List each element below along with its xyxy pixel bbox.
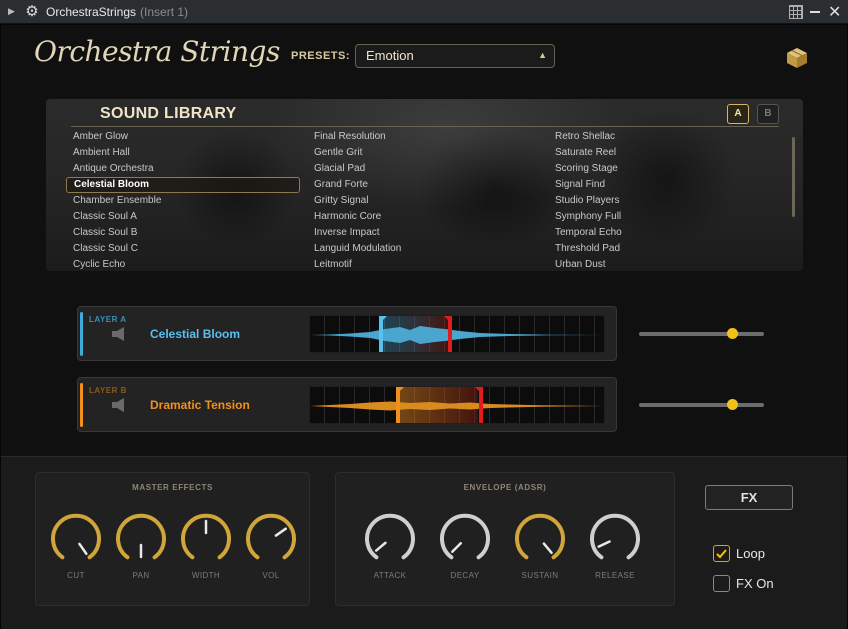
library-column-3: Retro Shellac Saturate Reel Scoring Stage S… [548, 129, 782, 271]
library-item[interactable]: Gentle Grit [307, 145, 541, 161]
fx-button[interactable]: FX [705, 485, 793, 510]
library-tab-a[interactable]: A [727, 104, 749, 124]
library-item[interactable]: Threshold Pad [548, 241, 782, 257]
fx-on-checkbox[interactable] [713, 575, 730, 592]
insert-label: (Insert 1) [140, 4, 189, 19]
master-effects-title: MASTER EFFECTS [132, 483, 213, 492]
library-item[interactable]: Languid Modulation [307, 241, 541, 257]
library-item[interactable]: Leitmotif [307, 257, 541, 271]
master-effects-panel: MASTER EFFECTS CUT PAN WIDTH VOL [35, 472, 310, 606]
library-item[interactable]: Studio Players [548, 193, 782, 209]
layer-b-name: Dramatic Tension [150, 398, 250, 412]
presets-label: PRESETS: [291, 50, 351, 62]
library-item[interactable]: Classic Soul B [66, 225, 300, 241]
library-item[interactable]: Saturate Reel [548, 145, 782, 161]
library-item[interactable]: Glacial Pad [307, 161, 541, 177]
knob-label: VOL [262, 571, 280, 580]
library-tab-b[interactable]: B [757, 104, 779, 124]
grid-icon[interactable] [789, 5, 803, 19]
loop-label: Loop [736, 546, 765, 561]
library-item[interactable]: Inverse Impact [307, 225, 541, 241]
minimize-icon[interactable] [810, 11, 820, 13]
collapse-arrow-icon[interactable]: ▶ [8, 6, 20, 17]
knob-label: WIDTH [191, 571, 221, 580]
envelope-title: ENVELOPE (ADSR) [463, 483, 547, 492]
title-bar: ▶ ⚙ OrchestraStrings (Insert 1) ✕ [0, 0, 848, 24]
library-item[interactable]: Classic Soul C [66, 241, 300, 257]
controls-section: MASTER EFFECTS CUT PAN WIDTH VOL ENVELOPE (… [1, 456, 847, 629]
speaker-icon[interactable] [112, 327, 128, 341]
library-item[interactable]: Urban Dust [548, 257, 782, 271]
layer-b-tag: LAYER B [89, 386, 127, 395]
library-scrollbar[interactable] [792, 137, 795, 217]
layer-b-volume-slider[interactable] [639, 399, 764, 410]
brand-logo: Orchestra Strings [34, 35, 280, 68]
knob-label: SUSTAIN [521, 571, 559, 580]
dropdown-caret-icon: ▲ [538, 50, 547, 60]
library-item[interactable]: Grand Forte [307, 177, 541, 193]
library-title: SOUND LIBRARY [100, 105, 237, 122]
library-item[interactable]: Classic Soul A [66, 209, 300, 225]
layer-b-accent [80, 383, 83, 427]
library-item[interactable]: Antique Orchestra [66, 161, 300, 177]
library-item[interactable]: Cyclic Echo [66, 257, 300, 271]
package-icon[interactable] [786, 47, 808, 69]
layer-a-volume-knob[interactable] [726, 328, 738, 339]
library-item[interactable]: Chamber Ensemble [66, 193, 300, 209]
knob-label: RELEASE [595, 571, 635, 580]
layer-a-name: Celestial Bloom [150, 327, 241, 341]
library-item[interactable]: Temporal Echo [548, 225, 782, 241]
library-column-2: Final Resolution Gentle Grit Glacial Pad Gr… [307, 129, 541, 271]
layer-a-tag: LAYER A [89, 315, 127, 324]
knob-label: CUT [67, 571, 85, 580]
preset-dropdown[interactable]: Emotion ▲ [355, 44, 555, 68]
library-column-1: Amber Glow Ambient Hall Antique Orchestra C… [66, 129, 300, 271]
library-item[interactable]: Ambient Hall [66, 145, 300, 161]
layer-b-volume-knob[interactable] [726, 399, 738, 410]
layer-a-accent [80, 312, 83, 356]
gear-icon[interactable]: ⚙ [24, 3, 40, 20]
close-icon[interactable]: ✕ [828, 2, 841, 22]
layer-a-volume-slider[interactable] [639, 328, 764, 339]
fx-on-label: FX On [736, 576, 774, 591]
knob-label: ATTACK [373, 571, 407, 580]
sound-library: SOUND LIBRARY A B Amber Glow Ambient Hall… [46, 99, 803, 271]
knob-label: PAN [132, 571, 150, 580]
library-item[interactable]: Symphony Full [548, 209, 782, 225]
envelope-panel: ENVELOPE (ADSR) ATTACK DECAY SUSTAIN RELEAS… [335, 472, 675, 606]
layer-b-waveform[interactable] [309, 386, 605, 424]
library-divider [71, 126, 779, 127]
check-icon [716, 549, 727, 559]
preset-value: Emotion [366, 48, 414, 63]
library-item[interactable]: Signal Find [548, 177, 782, 193]
layer-a-waveform[interactable] [309, 315, 605, 353]
speaker-icon[interactable] [112, 398, 128, 412]
library-item[interactable]: Gritty Signal [307, 193, 541, 209]
knob-label: DECAY [450, 571, 480, 580]
library-item[interactable]: Harmonic Core [307, 209, 541, 225]
library-item[interactable]: Retro Shellac [548, 129, 782, 145]
loop-checkbox[interactable] [713, 545, 730, 562]
layer-b-strip: LAYER B Dramatic Tension [77, 377, 617, 432]
library-item[interactable]: Celestial Bloom [66, 177, 300, 193]
library-item[interactable]: Final Resolution [307, 129, 541, 145]
plugin-panel: Orchestra Strings PRESETS: Emotion ▲ SOU… [0, 24, 848, 629]
library-item[interactable]: Amber Glow [66, 129, 300, 145]
layer-a-strip: LAYER A Celestial Bloom [77, 306, 617, 361]
window-title: OrchestraStrings [46, 4, 137, 19]
library-item[interactable]: Scoring Stage [548, 161, 782, 177]
